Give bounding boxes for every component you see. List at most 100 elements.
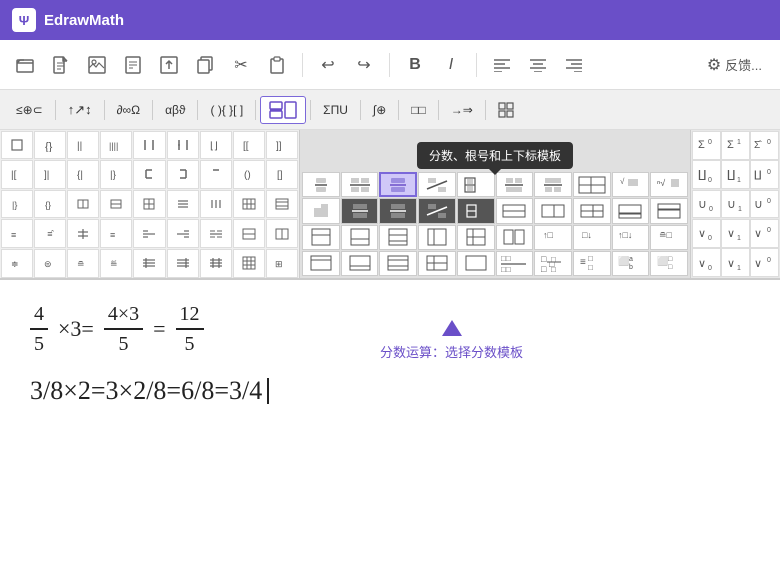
frac-template-1[interactable]: [302, 172, 340, 197]
pal-cell[interactable]: [167, 219, 199, 248]
pal-cell[interactable]: [266, 219, 298, 248]
frac-template-17[interactable]: [534, 198, 572, 223]
frac-template-23[interactable]: [379, 225, 417, 250]
pal-cell[interactable]: |}: [100, 160, 132, 189]
pal-cell[interactable]: ≡: [100, 219, 132, 248]
pal-cell[interactable]: ||: [67, 131, 99, 160]
frac-template-21[interactable]: [302, 225, 340, 250]
frac-template-15[interactable]: [457, 198, 495, 223]
far-cell-wedge0[interactable]: ∨0: [692, 248, 721, 277]
frac-template-37[interactable]: □□□□□: [534, 251, 572, 276]
category-arrows2[interactable]: →⇒: [443, 99, 481, 121]
category-greek[interactable]: αβϑ: [157, 99, 193, 121]
pal-cell[interactable]: [100, 190, 132, 219]
category-arrows[interactable]: ↑↗↕: [60, 98, 100, 122]
pal-cell[interactable]: (): [233, 160, 265, 189]
frac-template-34[interactable]: [418, 251, 456, 276]
pal-cell[interactable]: [266, 190, 298, 219]
copy-button[interactable]: [190, 50, 220, 80]
frac-template-40[interactable]: ⬜□□: [650, 251, 688, 276]
frac-template-12[interactable]: [341, 198, 379, 223]
frac-template-27[interactable]: ↑□: [534, 225, 572, 250]
save-doc-button[interactable]: [118, 50, 148, 80]
far-cell-union-hat[interactable]: ∪0: [750, 190, 779, 219]
math-row-2[interactable]: 3/8×2=3×2/8=6/8=3/4: [30, 376, 750, 406]
pal-cell[interactable]: ≑: [1, 249, 33, 278]
frac-template-24[interactable]: [418, 225, 456, 250]
cut-button[interactable]: ✂: [226, 50, 256, 80]
pal-cell[interactable]: [167, 160, 199, 189]
far-cell-coprod-hat[interactable]: ∐0: [750, 160, 779, 189]
far-cell-sigma-hat[interactable]: Σ̂0: [750, 131, 779, 160]
redo-button[interactable]: ↪: [349, 50, 379, 80]
align-left-button[interactable]: [487, 50, 517, 80]
far-cell-wedge-hat[interactable]: ∨0: [750, 248, 779, 277]
frac-template-10[interactable]: ⁿ√: [650, 172, 688, 197]
frac-template-13[interactable]: [379, 198, 417, 223]
undo-button[interactable]: ↩: [313, 50, 343, 80]
pal-cell[interactable]: [[: [233, 131, 265, 160]
category-grid[interactable]: [490, 98, 522, 122]
pal-cell[interactable]: [133, 160, 165, 189]
pal-cell[interactable]: [133, 219, 165, 248]
pal-cell[interactable]: {}: [34, 190, 66, 219]
frac-template-28[interactable]: □↓: [573, 225, 611, 250]
pal-cell[interactable]: [200, 160, 232, 189]
frac-template-8[interactable]: [573, 172, 611, 197]
frac-template-38[interactable]: ≡□□: [573, 251, 611, 276]
pal-cell[interactable]: ⊞: [266, 249, 298, 278]
frac-template-32[interactable]: [341, 251, 379, 276]
frac-template-30[interactable]: ≘□: [650, 225, 688, 250]
frac-template-31[interactable]: [302, 251, 340, 276]
frac-template-33[interactable]: [379, 251, 417, 276]
category-boxes[interactable]: □□: [403, 99, 434, 121]
frac-template-2[interactable]: [341, 172, 379, 197]
pal-cell[interactable]: [233, 219, 265, 248]
far-cell-vee0[interactable]: ∨0: [692, 219, 721, 248]
pal-cell[interactable]: {}: [34, 131, 66, 160]
frac-template-selected[interactable]: [379, 172, 417, 197]
pal-cell[interactable]: ≝: [100, 249, 132, 278]
settings-button[interactable]: ⚙ 反馈...: [699, 51, 770, 79]
frac-template-7[interactable]: [534, 172, 572, 197]
pal-cell[interactable]: [167, 131, 199, 160]
pal-cell[interactable]: ⊜: [34, 249, 66, 278]
align-right-button[interactable]: [559, 50, 589, 80]
pal-cell[interactable]: [200, 190, 232, 219]
far-cell-wedge1[interactable]: ∨1: [721, 248, 750, 277]
pal-cell[interactable]: [1, 131, 33, 160]
pal-cell[interactable]: ≡̂: [34, 219, 66, 248]
category-brackets[interactable]: ( ){ }[ ]: [202, 99, 251, 121]
pal-cell[interactable]: [67, 190, 99, 219]
category-integrals[interactable]: ∫⊕: [365, 99, 394, 121]
far-cell-vee-hat[interactable]: ∨0: [750, 219, 779, 248]
frac-template-9[interactable]: √: [612, 172, 650, 197]
far-cell-sigma0[interactable]: Σ0: [692, 131, 721, 160]
save-image-button[interactable]: [82, 50, 112, 80]
pal-cell[interactable]: [133, 190, 165, 219]
pal-cell[interactable]: [200, 219, 232, 248]
pal-cell[interactable]: ]|: [34, 160, 66, 189]
pal-cell[interactable]: [200, 249, 232, 278]
far-cell-coprod0[interactable]: ∐0: [692, 160, 721, 189]
pal-cell[interactable]: ||||: [100, 131, 132, 160]
far-cell-vee1[interactable]: ∨1: [721, 219, 750, 248]
new-button[interactable]: [46, 50, 76, 80]
open-button[interactable]: [10, 50, 40, 80]
pal-cell[interactable]: [233, 190, 265, 219]
frac-template-35[interactable]: [457, 251, 495, 276]
frac-template-5[interactable]: [457, 172, 495, 197]
frac-template-22[interactable]: [341, 225, 379, 250]
pal-cell[interactable]: ≡: [1, 219, 33, 248]
frac-template-16[interactable]: [496, 198, 534, 223]
pal-cell[interactable]: |[: [1, 160, 33, 189]
pal-cell[interactable]: {|: [67, 160, 99, 189]
category-sums[interactable]: ΣΠU: [315, 99, 356, 121]
frac-template-11[interactable]: [302, 198, 340, 223]
frac-template-14[interactable]: [418, 198, 456, 223]
pal-cell[interactable]: |}: [1, 190, 33, 219]
category-fractions[interactable]: [260, 96, 306, 124]
frac-template-20[interactable]: [650, 198, 688, 223]
frac-template-39[interactable]: ⬜ab: [612, 251, 650, 276]
far-cell-sigma1[interactable]: Σ1: [721, 131, 750, 160]
